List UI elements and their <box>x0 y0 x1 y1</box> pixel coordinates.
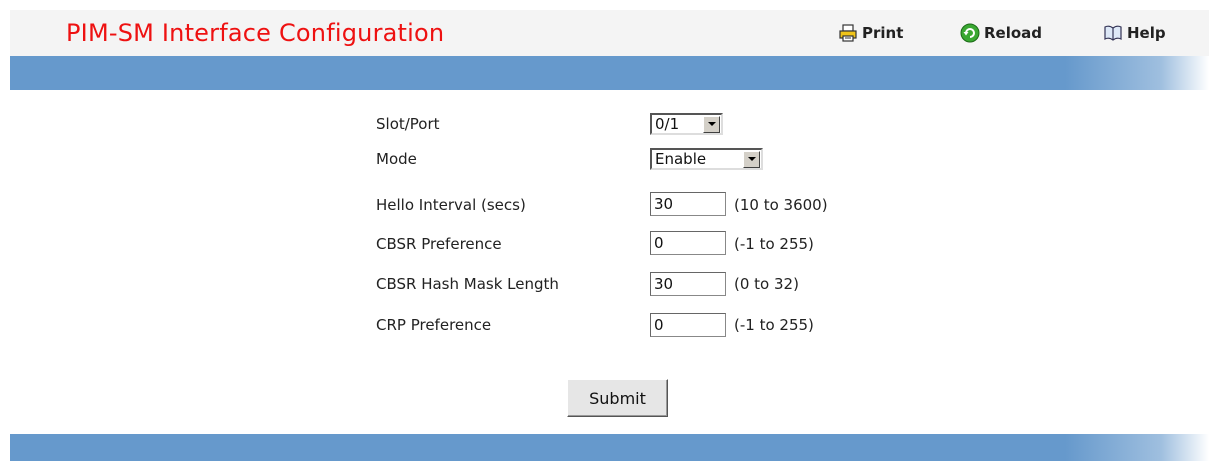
help-button[interactable]: Help <box>1103 22 1166 44</box>
crp-preference-input[interactable] <box>650 313 726 337</box>
reload-button[interactable]: Reload <box>960 22 1042 44</box>
toolbar: Print Reload Help <box>10 22 1209 46</box>
mode-label: Mode <box>376 150 417 168</box>
print-label: Print <box>862 24 904 42</box>
slot-port-value: 0/1 <box>655 115 680 133</box>
hello-interval-range: (10 to 3600) <box>734 196 828 214</box>
print-button[interactable]: Print <box>838 22 903 44</box>
cbsr-preference-input[interactable] <box>650 231 726 255</box>
submit-button[interactable]: Submit <box>567 379 668 417</box>
cbsr-hash-mask-length-input[interactable] <box>650 272 726 296</box>
cbsr-hash-mask-length-range: (0 to 32) <box>734 275 799 293</box>
mode-value: Enable <box>655 150 707 168</box>
crp-preference-label: CRP Preference <box>376 316 492 334</box>
book-icon <box>1103 23 1123 43</box>
reload-label: Reload <box>984 24 1043 42</box>
cbsr-hash-mask-length-label: CBSR Hash Mask Length <box>376 275 559 293</box>
printer-icon <box>838 23 858 43</box>
bottom-divider-bar <box>10 434 1209 461</box>
chevron-down-icon[interactable] <box>703 115 720 133</box>
help-label: Help <box>1127 24 1166 42</box>
chevron-down-icon[interactable] <box>743 150 760 168</box>
hello-interval-label: Hello Interval (secs) <box>376 196 526 214</box>
page-header: PIM-SM Interface Configuration Print Rel… <box>10 10 1209 56</box>
cbsr-preference-label: CBSR Preference <box>376 235 502 253</box>
reload-icon <box>960 23 980 43</box>
slot-port-select[interactable]: 0/1 <box>650 113 723 135</box>
crp-preference-range: (-1 to 255) <box>734 316 814 334</box>
mode-select[interactable]: Enable <box>650 148 763 170</box>
top-divider-bar <box>10 56 1209 90</box>
cbsr-preference-range: (-1 to 255) <box>734 235 814 253</box>
hello-interval-input[interactable] <box>650 192 726 216</box>
slot-port-label: Slot/Port <box>376 115 440 133</box>
